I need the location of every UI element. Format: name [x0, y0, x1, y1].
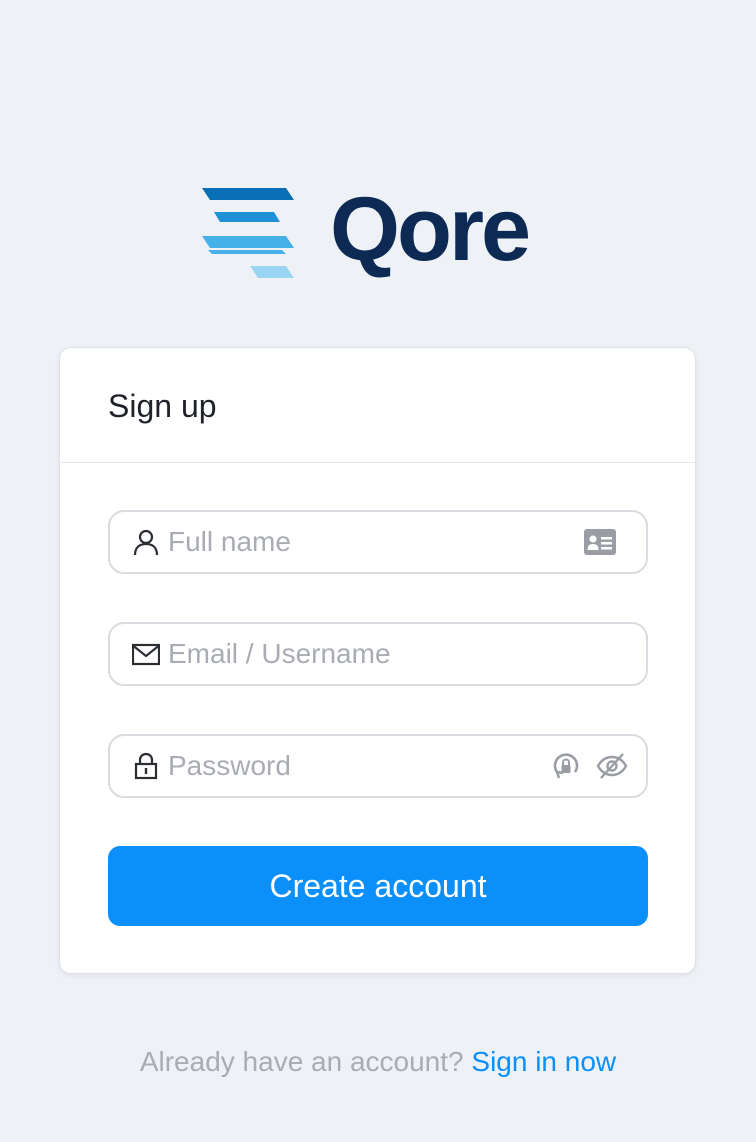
signin-prompt-text: Already have an account? — [139, 1046, 464, 1077]
full-name-field[interactable] — [108, 510, 648, 574]
full-name-input[interactable] — [168, 512, 548, 572]
user-icon — [133, 529, 159, 556]
logo-mark-icon — [202, 188, 294, 278]
password-field[interactable] — [108, 734, 648, 798]
email-field[interactable] — [108, 622, 648, 686]
signin-prompt: Already have an account? Sign in now — [0, 1042, 756, 1082]
card-header: Sign up — [60, 348, 695, 463]
eye-slash-icon[interactable] — [596, 750, 628, 782]
brand-name: Qore — [330, 180, 531, 280]
mail-icon — [132, 643, 160, 666]
password-input[interactable] — [168, 736, 548, 796]
signup-card: Sign up Full name Email / Username Creat… — [59, 347, 696, 974]
create-account-button[interactable]: Create account — [108, 846, 648, 926]
password-autofill-icon[interactable] — [550, 750, 582, 782]
brand-logo: Qore — [202, 182, 562, 284]
page-title: Sign up — [108, 388, 217, 424]
contact-card-icon[interactable] — [584, 526, 616, 558]
lock-icon — [134, 752, 158, 780]
sign-in-link[interactable]: Sign in now — [471, 1046, 616, 1077]
email-input[interactable] — [168, 624, 548, 684]
